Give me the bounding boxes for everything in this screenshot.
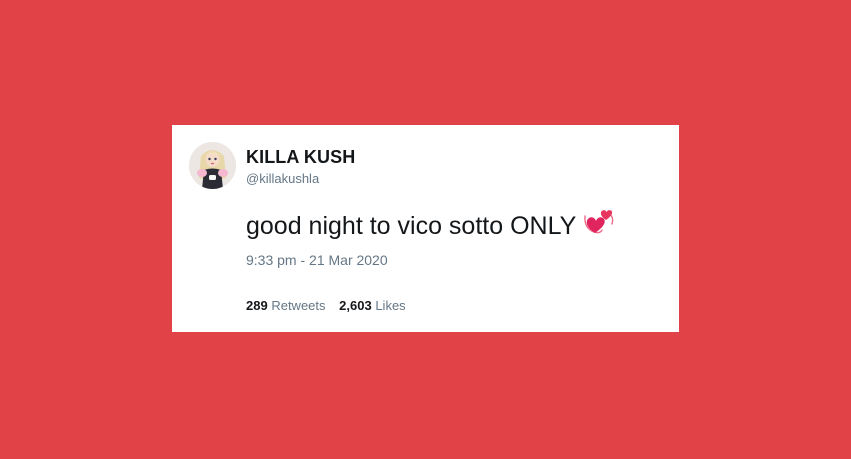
avatar[interactable] xyxy=(189,142,236,189)
likes-stat[interactable]: 2,603 Likes xyxy=(339,298,406,313)
tweet-text: good night to vico sotto ONLY xyxy=(246,209,618,246)
retweets-stat[interactable]: 289 Retweets xyxy=(246,298,326,313)
likes-count: 2,603 xyxy=(339,298,372,313)
tweet-card: KILLA KUSH @killakushla good night to vi… xyxy=(172,125,679,332)
retweets-count: 289 xyxy=(246,298,268,313)
tweet-timestamp[interactable]: 9:33 pm - 21 Mar 2020 xyxy=(246,252,388,268)
tweet-text-content: good night to vico sotto ONLY xyxy=(246,212,577,241)
retweets-label: Retweets xyxy=(271,298,326,313)
display-name[interactable]: KILLA KUSH xyxy=(246,147,355,168)
doll-avatar-image xyxy=(189,142,236,189)
two-hearts-icon xyxy=(582,206,618,243)
likes-label: Likes xyxy=(375,298,406,313)
tweet-stats: 289 Retweets 2,603 Likes xyxy=(246,298,416,313)
user-handle[interactable]: @killakushla xyxy=(246,171,319,186)
